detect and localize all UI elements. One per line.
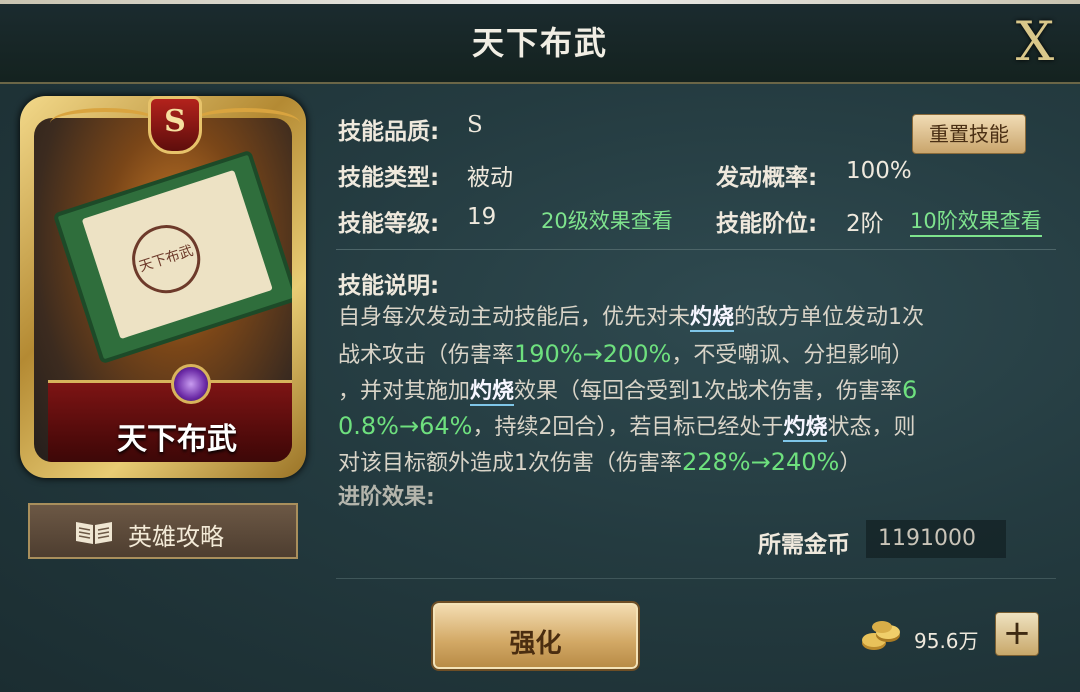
cost-value: 1191000 bbox=[866, 520, 1006, 558]
quality-value: S bbox=[467, 112, 483, 138]
type-label: 技能类型: bbox=[338, 165, 440, 191]
level-value: 19 bbox=[467, 204, 497, 230]
title-bar: 天下布武 X bbox=[0, 4, 1080, 84]
skill-detail-window: 天下布武 X 天下布武 天下布武 S 英雄攻略 技能品质: S 重置技能 技能类… bbox=[0, 0, 1080, 692]
close-button[interactable]: X bbox=[1008, 14, 1062, 70]
description-line: 战术攻击（伤害率190%→200%，不受嘲讽、分担影响） bbox=[338, 340, 914, 368]
probability-value: 100% bbox=[846, 158, 912, 184]
book-illustration: 天下布武 bbox=[52, 149, 292, 365]
enhance-button[interactable]: 强化 bbox=[433, 603, 638, 669]
hero-guide-button[interactable]: 英雄攻略 bbox=[28, 503, 298, 559]
right-wing-ornament bbox=[190, 108, 300, 138]
gold-coins-icon bbox=[862, 621, 900, 650]
enhance-label: 强化 bbox=[509, 629, 562, 659]
bottom-divider bbox=[336, 578, 1056, 579]
description-line: 自身每次发动主动技能后，优先对未灼烧的敌方单位发动1次 bbox=[338, 305, 925, 332]
description-heading: 技能说明: bbox=[338, 273, 440, 299]
grade-badge: S bbox=[148, 96, 202, 154]
rank-value: 2阶 bbox=[846, 211, 884, 237]
keyword-burn: 灼烧 bbox=[690, 305, 735, 332]
rank-effect-link[interactable]: 10阶效果查看 bbox=[910, 205, 1042, 237]
gold-amount: 95.6万 bbox=[914, 629, 979, 653]
description-line: 对该目标额外造成1次伤害（伤害率228%→240%） bbox=[338, 448, 862, 476]
type-value: 被动 bbox=[467, 165, 513, 191]
purple-gem-icon bbox=[171, 364, 211, 404]
book-icon bbox=[76, 522, 112, 544]
seal-stamp: 天下布武 bbox=[123, 216, 210, 302]
skill-card: 天下布武 天下布武 S bbox=[20, 96, 306, 478]
window-title: 天下布武 bbox=[471, 24, 608, 62]
damage-rate-value: 6 bbox=[902, 376, 918, 404]
reset-skill-button[interactable]: 重置技能 bbox=[912, 114, 1026, 154]
keyword-burn: 灼烧 bbox=[470, 379, 515, 406]
probability-label: 发动概率: bbox=[716, 165, 818, 191]
damage-rate-value: 190%→200% bbox=[514, 340, 672, 368]
divider bbox=[336, 249, 1056, 250]
level-effect-link[interactable]: 20级效果查看 bbox=[541, 205, 673, 235]
quality-label: 技能品质: bbox=[338, 119, 440, 145]
keyword-burn: 灼烧 bbox=[783, 415, 828, 442]
card-name: 天下布武 bbox=[117, 422, 237, 457]
description-text[interactable]: 自身每次发动主动技能后，优先对未灼烧的敌方单位发动1次 战术攻击（伤害率190%… bbox=[338, 300, 1038, 506]
rank-label: 技能阶位: bbox=[716, 211, 818, 237]
advanced-effect-heading: 进阶效果: bbox=[338, 485, 435, 506]
add-gold-button[interactable]: + bbox=[995, 612, 1039, 656]
hero-guide-label: 英雄攻略 bbox=[128, 523, 224, 551]
level-label: 技能等级: bbox=[338, 211, 440, 237]
left-wing-ornament bbox=[50, 108, 160, 138]
damage-rate-value: 0.8%→64% bbox=[338, 412, 473, 440]
cost-label: 所需金币 bbox=[758, 532, 850, 558]
skill-card-art: 天下布武 天下布武 bbox=[34, 118, 292, 462]
description-line: 0.8%→64%，持续2回合），若目标已经处于灼烧状态，则 bbox=[338, 412, 916, 442]
damage-rate-value: 228%→240% bbox=[682, 448, 840, 476]
description-line: ，并对其施加灼烧效果（每回合受到1次战术伤害，伤害率6 bbox=[338, 376, 918, 406]
